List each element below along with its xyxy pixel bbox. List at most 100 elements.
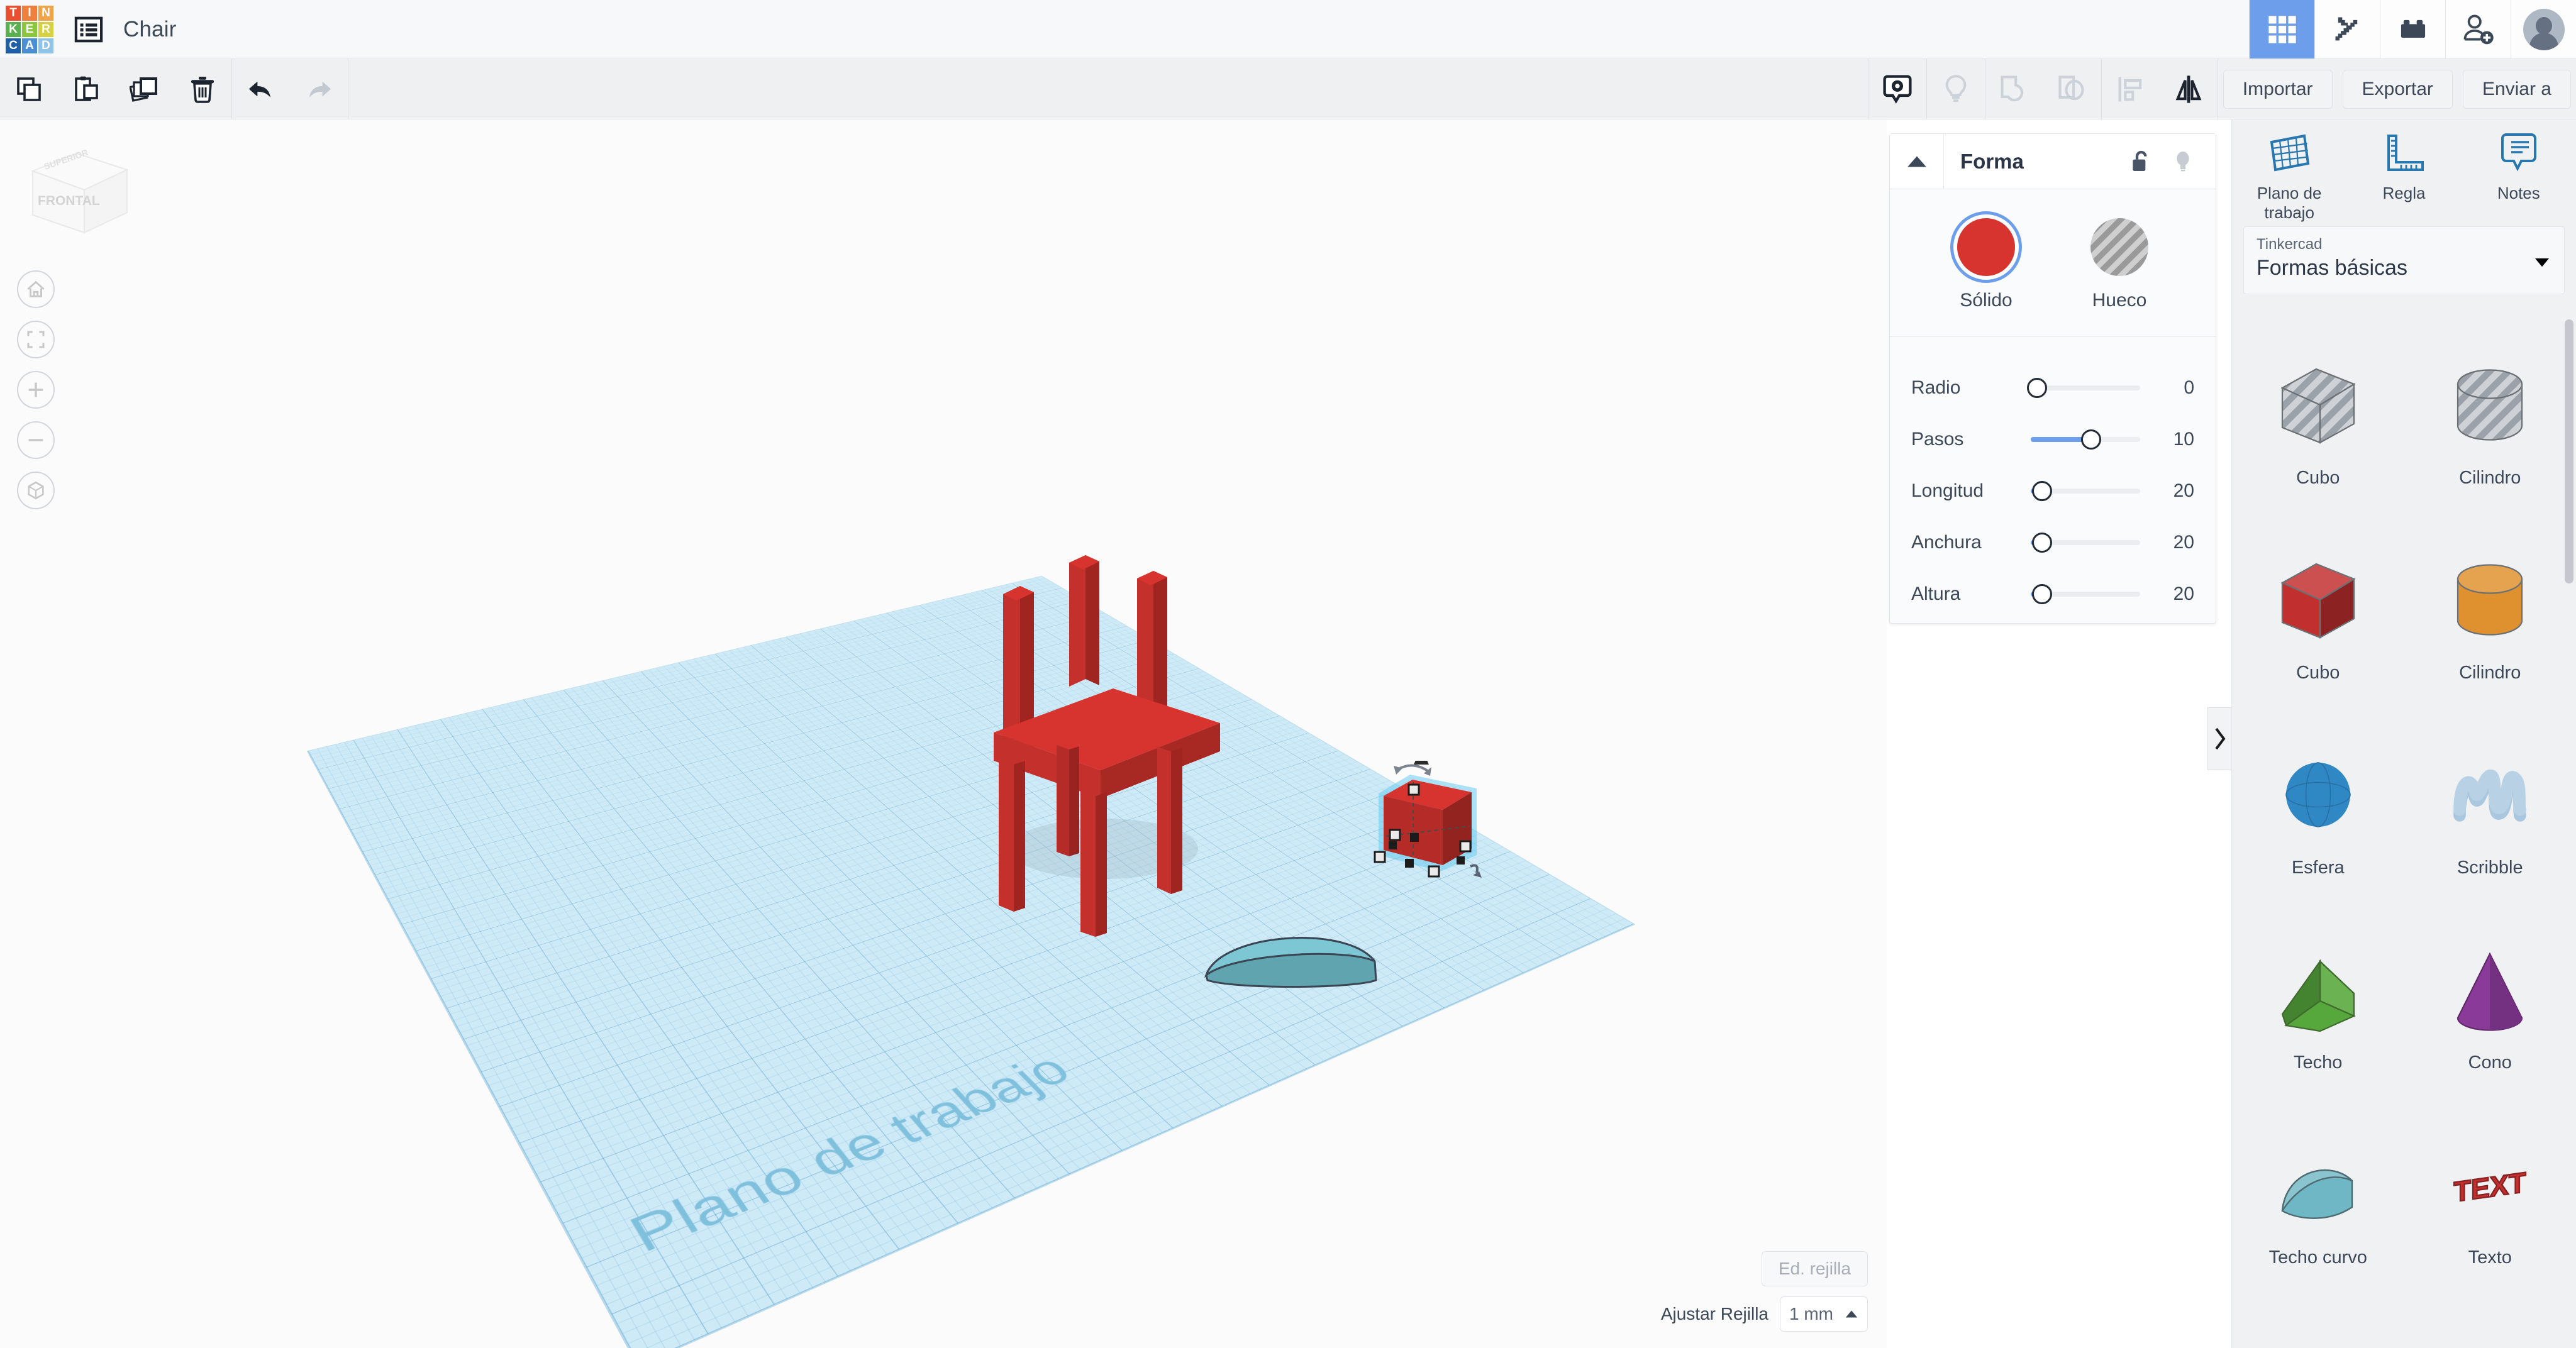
chevron-down-icon: [2534, 257, 2550, 270]
import-button[interactable]: Importar: [2223, 69, 2333, 109]
shape-item-scribble[interactable]: Scribble: [2404, 715, 2576, 910]
zoom-out-button[interactable]: [17, 421, 55, 459]
curved-roof-object[interactable]: [1195, 915, 1384, 997]
slider-fill: [2031, 437, 2085, 442]
sidebar-tool-ruler[interactable]: Regla: [2346, 131, 2461, 226]
slider-knob[interactable]: [2080, 429, 2101, 450]
slider-track[interactable]: [2031, 427, 2150, 452]
hole-option[interactable]: Hueco: [2090, 218, 2148, 311]
cone-thumbnail-icon: [2443, 933, 2537, 1046]
sidebar-tool-workplane[interactable]: Plano de trabajo: [2232, 131, 2346, 226]
ungroup-button[interactable]: [2043, 59, 2101, 119]
minecraft-pickaxe-icon[interactable]: [2314, 0, 2380, 58]
slider-track[interactable]: [2031, 478, 2150, 504]
shape-item-label: Texto: [2468, 1247, 2512, 1268]
grid-edit-button[interactable]: Ed. rejilla: [1761, 1251, 1868, 1286]
roof-thumbnail-icon: [2271, 933, 2365, 1046]
slider-track[interactable]: [2031, 530, 2150, 555]
shape-item-cone[interactable]: Cono: [2404, 910, 2576, 1105]
hole-pattern: [2090, 218, 2148, 276]
history-tools-group: [232, 59, 348, 119]
perspective-toggle-button[interactable]: [17, 472, 55, 509]
document-list-icon[interactable]: [59, 0, 118, 58]
duplicate-button[interactable]: [116, 59, 174, 119]
shape-item-label: Cilindro: [2459, 468, 2521, 488]
align-button[interactable]: [2102, 59, 2160, 119]
slider-row-pasos: Pasos 10: [1911, 414, 2194, 465]
shape-item-curvedroof[interactable]: Techo curvo: [2232, 1105, 2404, 1300]
sidebar-tool-notes[interactable]: Notes: [2462, 131, 2576, 226]
undo-button[interactable]: [232, 59, 290, 119]
slider-track[interactable]: [2027, 375, 2150, 401]
shape-item-text[interactable]: TEXT Texto: [2404, 1105, 2576, 1300]
add-user-icon[interactable]: [2445, 0, 2511, 58]
hole-swatch[interactable]: [2090, 218, 2148, 276]
slider-knob[interactable]: [2031, 533, 2052, 553]
light-button[interactable]: [1927, 59, 1985, 119]
light-toggle-button[interactable]: [2162, 134, 2204, 189]
shapes-category-dropdown[interactable]: Tinkercad Formas básicas: [2243, 226, 2565, 294]
slider-knob[interactable]: [2031, 584, 2052, 604]
export-button[interactable]: Exportar: [2342, 69, 2453, 109]
shape-item-cylinder[interactable]: Cilindro: [2404, 326, 2576, 521]
shape-item-cylinder[interactable]: Cilindro: [2404, 521, 2576, 715]
slider-knob[interactable]: [2031, 481, 2052, 501]
notes-icon: [2501, 133, 2536, 172]
shapes-sidebar: Plano de trabajo Regla Notes Tinkercad F…: [2231, 119, 2576, 1348]
sidebar-tool-workplane-label: Plano de trabajo: [2257, 184, 2322, 222]
home-view-button[interactable]: [17, 270, 55, 308]
zoom-out-icon: [28, 439, 43, 441]
shape-panel-collapse-button[interactable]: [1890, 133, 1944, 189]
shapes-scrollbar[interactable]: [2565, 319, 2573, 583]
shape-item-cube[interactable]: Cubo: [2232, 326, 2404, 521]
shape-item-sphere[interactable]: Esfera: [2232, 715, 2404, 910]
dropdown-subtitle: Tinkercad: [2257, 236, 2323, 253]
slider-track[interactable]: [2031, 582, 2150, 607]
slider-row-altura: Altura 20: [1911, 568, 2194, 620]
duplicate-icon: [130, 77, 157, 102]
solid-swatch[interactable]: [1957, 218, 2015, 276]
scribble-thumbnail-icon: [2443, 738, 2537, 851]
caret-up-icon: [1845, 1310, 1858, 1318]
snap-grid-select[interactable]: 1 mm: [1780, 1296, 1868, 1332]
fit-view-button[interactable]: [17, 321, 55, 358]
mirror-button[interactable]: [2160, 59, 2218, 119]
topbar-actions: [2249, 0, 2576, 58]
shape-item-roof[interactable]: Techo: [2232, 910, 2404, 1105]
selected-cube-object[interactable]: [1371, 761, 1484, 880]
dropdown-value: Formas básicas: [2257, 256, 2407, 280]
sphere-thumbnail-icon: [2271, 738, 2365, 851]
slider-label: Longitud: [1911, 480, 1984, 501]
viewport-3d[interactable]: Plano de trabajo FRONTAL SUPERIOR Ed. re…: [0, 119, 1887, 1348]
home-icon: [27, 280, 45, 297]
paste-icon: [75, 76, 98, 101]
zoom-in-button[interactable]: [17, 371, 55, 409]
redo-button[interactable]: [290, 59, 348, 119]
logo-letter-c: C: [6, 38, 21, 53]
copy-button[interactable]: [0, 59, 58, 119]
grid-view-icon[interactable]: [2249, 0, 2314, 58]
solid-option[interactable]: Sólido: [1957, 218, 2015, 311]
shape-item-label: Techo curvo: [2268, 1247, 2367, 1268]
document-title[interactable]: Chair: [118, 0, 177, 58]
slider-knob[interactable]: [2027, 378, 2047, 398]
shape-item-cube[interactable]: Cubo: [2232, 521, 2404, 715]
lego-brick-icon[interactable]: [2380, 0, 2445, 58]
lock-toggle-button[interactable]: [2119, 134, 2162, 189]
view-cube[interactable]: FRONTAL SUPERIOR: [19, 145, 132, 245]
group-button[interactable]: [1985, 59, 2043, 119]
align-icon: [2118, 77, 2142, 101]
slider-row-radio: Radio 0: [1911, 362, 2194, 414]
tinkercad-logo[interactable]: TIN KER CAD: [0, 0, 59, 59]
send-to-button[interactable]: Enviar a: [2462, 69, 2571, 109]
shape-panel-body: Sólido Hueco Radio 0 Pasos 10 Longitud 20 Anch…: [1890, 189, 2216, 641]
sidebar-toggle-button[interactable]: [2207, 707, 2231, 770]
paste-button[interactable]: [58, 59, 116, 119]
chair-model[interactable]: [969, 534, 1258, 937]
delete-button[interactable]: [174, 59, 231, 119]
avatar-image: [2523, 8, 2565, 50]
hole-label: Hueco: [2092, 290, 2147, 311]
note-button[interactable]: [1868, 59, 1926, 119]
avatar[interactable]: [2511, 0, 2576, 58]
logo-letter-d: D: [38, 38, 53, 53]
